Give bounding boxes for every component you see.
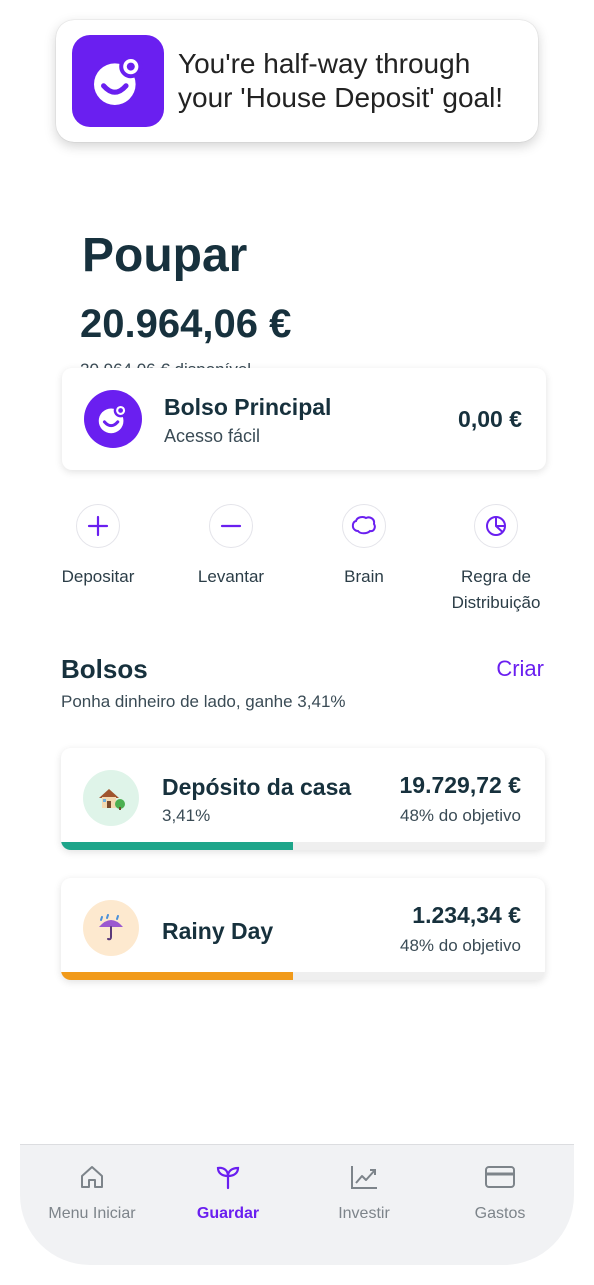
page-title: Poupar — [82, 229, 248, 282]
pocket-progress-fill — [61, 842, 294, 850]
nav-item-spending[interactable]: Gastos — [431, 1161, 569, 1223]
main-pocket-card[interactable]: Bolso Principal Acesso fácil 0,00 € — [62, 368, 546, 470]
brain-icon — [342, 504, 386, 548]
distribution-rule-action[interactable]: Regra de Distribuição — [431, 504, 561, 616]
pockets-subtitle: Ponha dinheiro de lado, ganhe 3,41% — [61, 692, 346, 711]
pocket-name: Rainy Day — [162, 918, 274, 944]
pocket-card-house-deposit[interactable]: Depósito da casa 3,41% 19.729,72 € 48% d… — [61, 748, 545, 850]
pocket-goal: 48% do objetivo — [400, 936, 521, 955]
pocket-progress-fill — [61, 972, 294, 980]
deposit-action[interactable]: Depositar — [33, 504, 163, 590]
main-pocket-name: Bolso Principal — [164, 394, 332, 420]
brain-action[interactable]: Brain — [299, 504, 429, 590]
pie-chart-icon — [474, 504, 518, 548]
pocket-amount: 19.729,72 € — [399, 772, 521, 798]
nav-item-home[interactable]: Menu Iniciar — [23, 1161, 161, 1223]
umbrella-icon — [83, 900, 139, 956]
minus-icon — [209, 504, 253, 548]
nav-label-home: Menu Iniciar — [48, 1205, 136, 1222]
pocket-progress-bar — [61, 842, 545, 850]
main-pocket-amount: 0,00 € — [458, 406, 522, 432]
main-pocket-subtitle: Acesso fácil — [164, 426, 261, 446]
pocket-amount: 1.234,34 € — [412, 902, 521, 928]
withdraw-label: Levantar — [197, 567, 265, 586]
sprout-icon — [159, 1161, 297, 1193]
pocket-progress-bar — [61, 972, 545, 980]
chart-icon — [295, 1161, 433, 1193]
house-icon — [83, 770, 139, 826]
withdraw-action[interactable]: Levantar — [166, 504, 296, 590]
nav-label-spending: Gastos — [474, 1205, 526, 1222]
total-balance: 20.964,06 € — [80, 302, 292, 346]
pockets-title: Bolsos — [61, 654, 148, 684]
deposit-label: Depositar — [61, 567, 135, 586]
card-icon — [431, 1161, 569, 1193]
nav-label-invest: Investir — [338, 1205, 390, 1222]
pocket-card-rainy-day[interactable]: Rainy Day 1.234,34 € 48% do objetivo — [61, 878, 545, 980]
app-screen: Poupar 20.964,06 € 20.964,06 € disponíve… — [20, 40, 574, 1265]
app-logo-icon — [72, 35, 164, 127]
plus-icon — [76, 504, 120, 548]
distribution-rule-label: Regra de Distribuição — [451, 567, 541, 612]
nav-item-invest[interactable]: Investir — [295, 1161, 433, 1223]
pocket-name: Depósito da casa — [162, 774, 352, 800]
notification-message: You're half-way through your 'House Depo… — [178, 48, 504, 113]
create-pocket-link[interactable]: Criar — [496, 656, 544, 682]
home-icon — [23, 1161, 161, 1193]
bottom-navigation: Menu Iniciar Guardar Investir Gastos — [20, 1144, 574, 1265]
pocket-goal: 48% do objetivo — [400, 806, 521, 825]
nav-item-save[interactable]: Guardar — [159, 1161, 297, 1223]
nav-label-save: Guardar — [196, 1205, 260, 1222]
pocket-rate: 3,41% — [162, 806, 211, 825]
notification-banner[interactable]: You're half-way through your 'House Depo… — [56, 20, 538, 142]
app-logo-icon — [84, 390, 142, 448]
brain-label: Brain — [344, 567, 384, 586]
